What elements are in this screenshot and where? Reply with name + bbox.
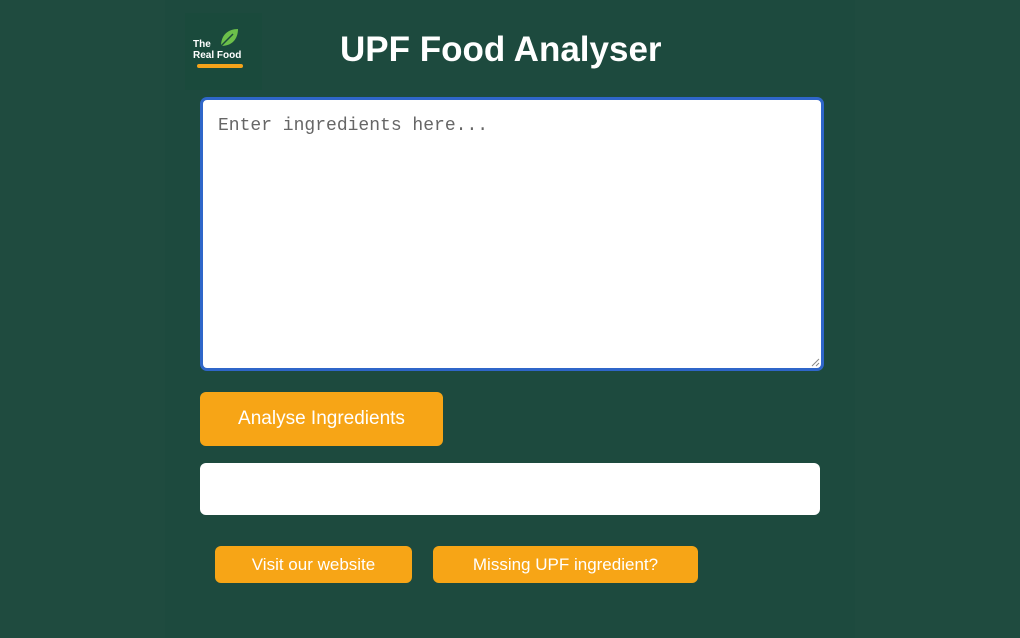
logo-strip [197,64,243,68]
logo-text: The Real Food [193,39,241,61]
result-output [200,463,820,515]
page-title: UPF Food Analyser [340,30,662,69]
logo-line-1: The [193,39,211,50]
logo-line-2: Real Food [193,50,242,61]
logo: The Real Food [185,13,262,90]
extension-popup: The Real Food UPF Food Analyser Analyse … [0,0,1020,638]
resize-grip-icon[interactable] [810,357,820,367]
visit-website-button[interactable]: Visit our website [215,546,412,583]
ingredients-input[interactable] [200,97,824,371]
missing-upf-ingredient-button[interactable]: Missing UPF ingredient? [433,546,698,583]
analyse-ingredients-button[interactable]: Analyse Ingredients [200,392,443,446]
